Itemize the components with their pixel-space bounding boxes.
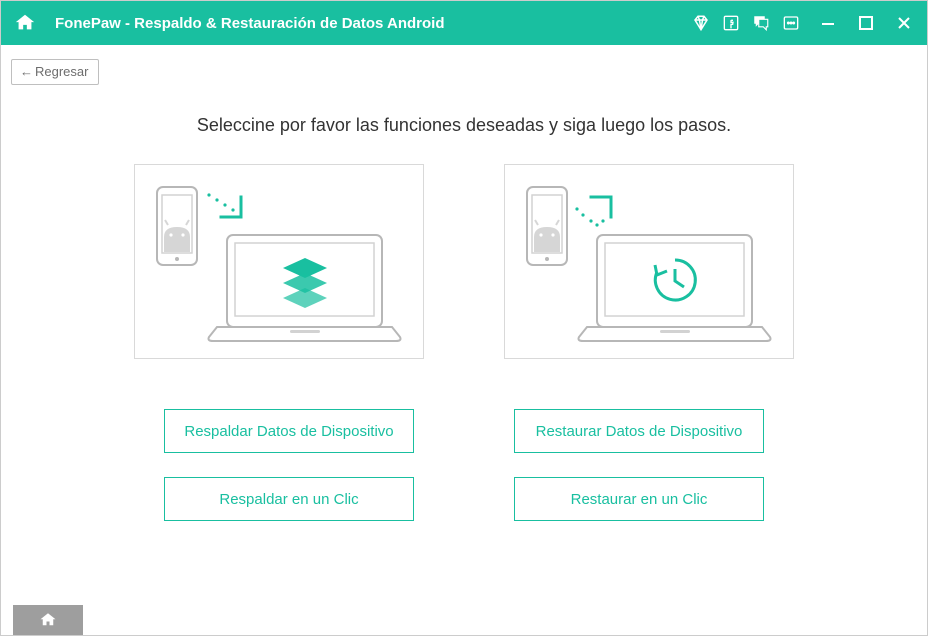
arrow-left-icon: ← — [20, 64, 33, 79]
restore-device-button[interactable]: Restaurar Datos de Dispositivo — [514, 409, 764, 453]
restore-one-click-button[interactable]: Restaurar en un Clic — [514, 477, 764, 521]
button-label: Restaurar Datos de Dispositivo — [536, 423, 743, 440]
home-icon — [14, 12, 36, 34]
minimize-button[interactable] — [817, 12, 839, 34]
app-title: FonePaw - Respaldo & Restauración de Dat… — [55, 15, 445, 32]
backup-illustration-card — [134, 164, 424, 359]
facebook-icon[interactable] — [721, 13, 741, 33]
back-button-label: Regresar — [35, 64, 88, 79]
back-button[interactable]: ← Regresar — [11, 59, 99, 85]
menu-icon[interactable] — [781, 13, 801, 33]
titlebar: FonePaw - Respaldo & Restauración de Dat… — [1, 1, 927, 45]
button-label: Respaldar en un Clic — [219, 491, 358, 508]
button-label: Respaldar Datos de Dispositivo — [184, 423, 393, 440]
home-icon — [39, 611, 57, 629]
restore-illustration-card — [504, 164, 794, 359]
footer-home-tab[interactable] — [13, 605, 83, 635]
maximize-button[interactable] — [855, 12, 877, 34]
feedback-icon[interactable] — [751, 13, 771, 33]
android-icon — [164, 227, 190, 252]
button-label: Restaurar en un Clic — [571, 491, 708, 508]
home-button[interactable] — [13, 11, 37, 35]
backup-device-button[interactable]: Respaldar Datos de Dispositivo — [164, 409, 414, 453]
backup-one-click-button[interactable]: Respaldar en un Clic — [164, 477, 414, 521]
close-button[interactable] — [893, 12, 915, 34]
page-headline: Seleccine por favor las funciones desead… — [51, 115, 877, 136]
diamond-icon[interactable] — [691, 13, 711, 33]
android-icon — [534, 227, 560, 252]
stack-icon — [283, 258, 327, 308]
